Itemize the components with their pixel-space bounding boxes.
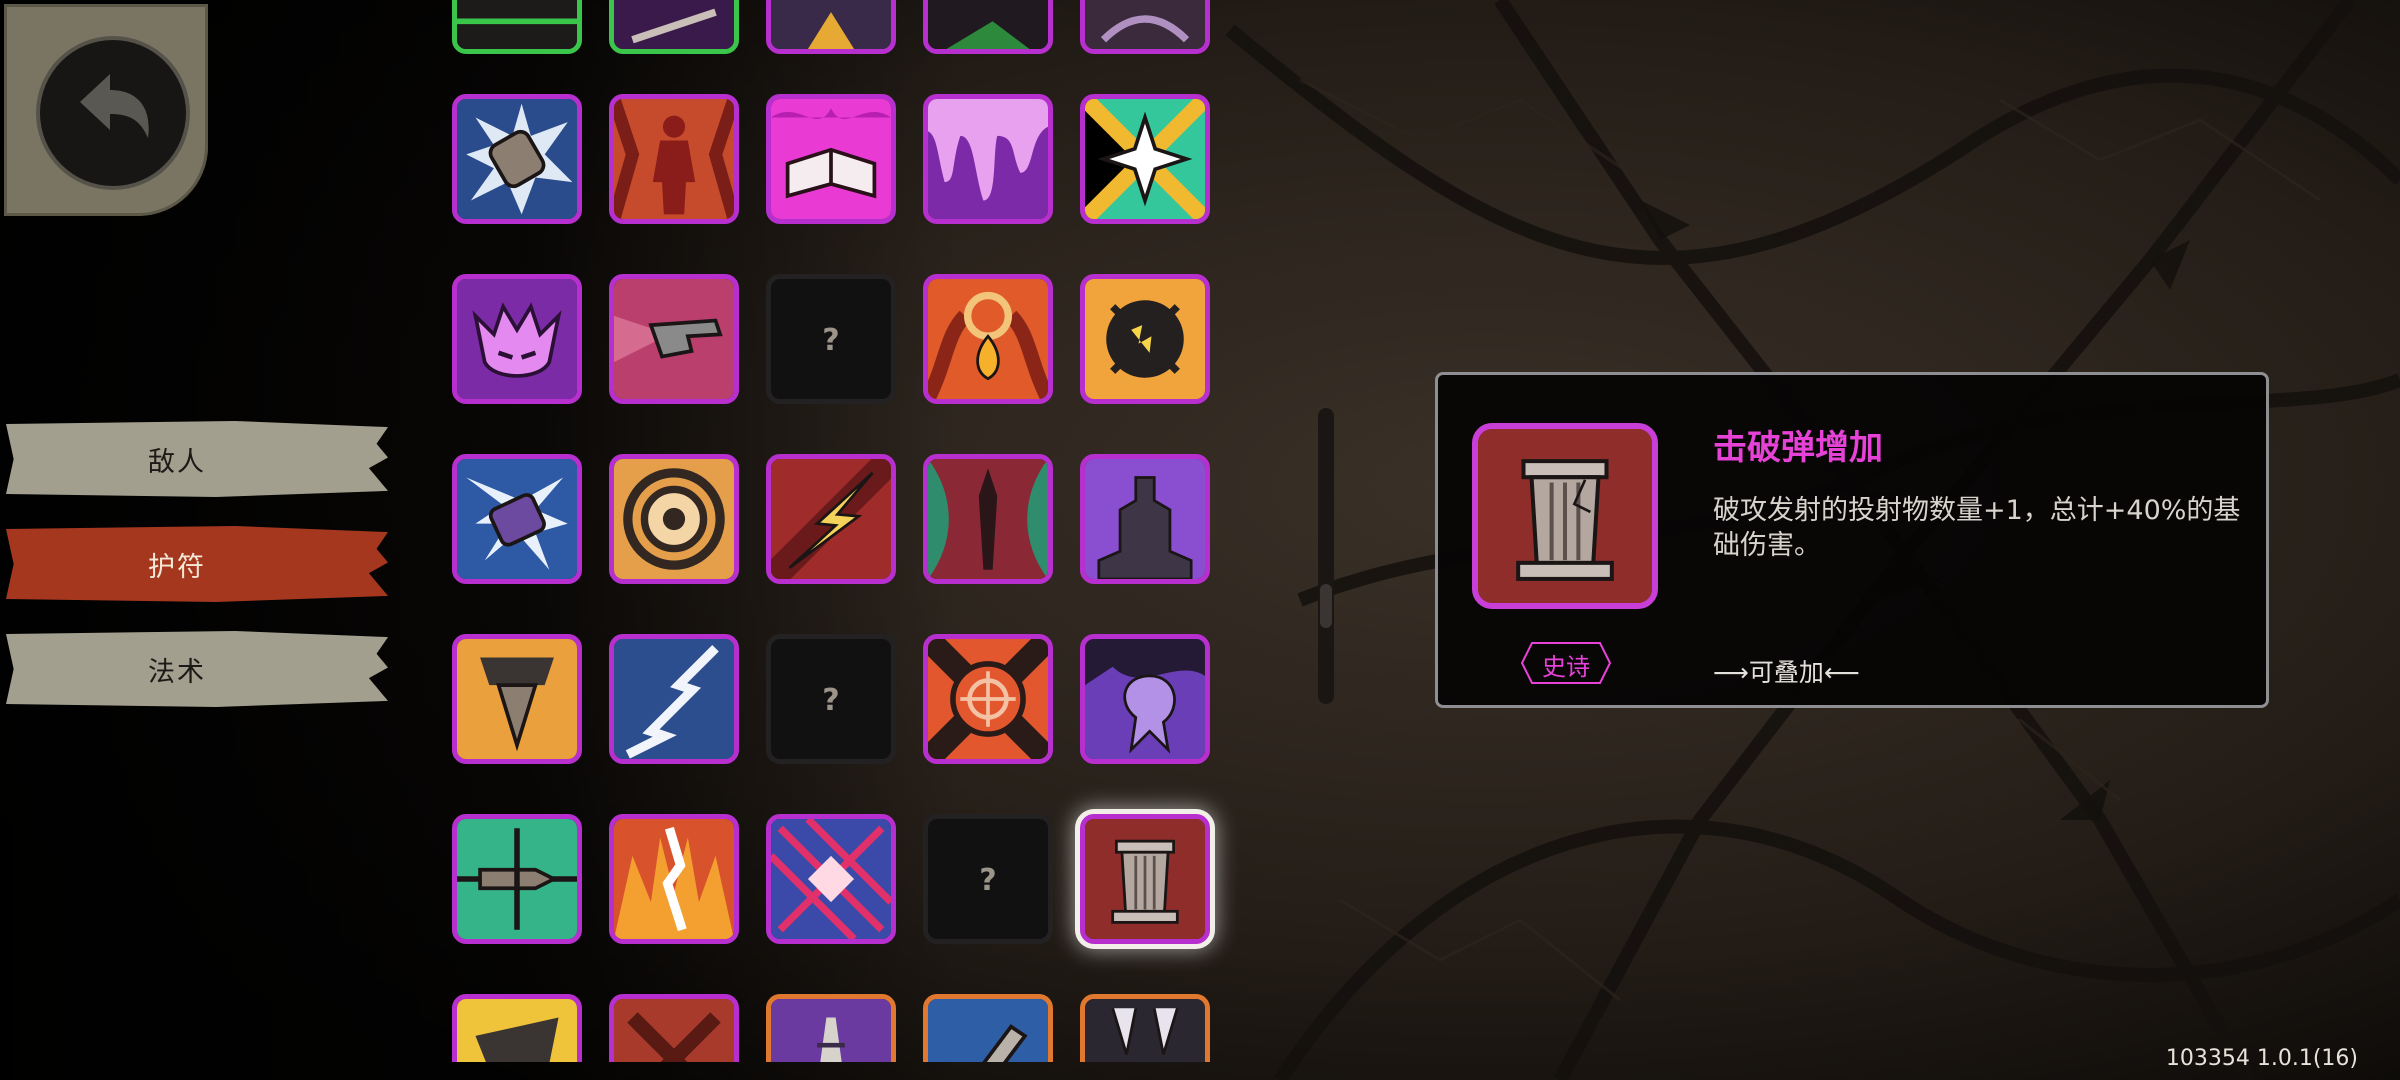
- ghost-splash-icon: [1085, 639, 1205, 759]
- dark-tower-icon: [1085, 459, 1205, 579]
- charm-slot[interactable]: [1080, 634, 1210, 764]
- target-eye-icon: [614, 459, 734, 579]
- charm-slot[interactable]: [452, 454, 582, 584]
- partial-flame-icon: [771, 0, 891, 49]
- charm-slot[interactable]: [766, 814, 896, 944]
- grid-scroll-thumb[interactable]: [1320, 584, 1332, 628]
- charm-slot[interactable]: [923, 94, 1053, 224]
- charm-slot[interactable]: [609, 0, 739, 54]
- partial-rune-icon: [457, 0, 577, 49]
- charm-slot[interactable]: [923, 274, 1053, 404]
- charm-slot[interactable]: [452, 814, 582, 944]
- glowing-book-icon: [771, 99, 891, 219]
- charm-slot[interactable]: ?: [766, 634, 896, 764]
- fire-crack-icon: [614, 819, 734, 939]
- charm-slot[interactable]: [452, 0, 582, 54]
- unknown-charm-mark: ?: [979, 863, 997, 898]
- dripping-void-icon: [928, 99, 1048, 219]
- partial-gold-icon: [457, 999, 577, 1062]
- stackable-label: ⟶可叠加⟵: [1713, 658, 1860, 687]
- partial-blade-icon: [614, 0, 734, 49]
- chain-lightning-icon: [614, 639, 734, 759]
- charm-slot[interactable]: [609, 814, 739, 944]
- broken-pillar-icon: [1085, 819, 1205, 939]
- version-label: 103354 1.0.1(16): [2165, 1046, 2358, 1071]
- thorn-spear-icon: [928, 459, 1048, 579]
- grid-scrollbar[interactable]: [1318, 408, 1334, 704]
- charm-slot[interactable]: [1080, 94, 1210, 224]
- partial-rail-icon: [771, 999, 891, 1062]
- charm-slot[interactable]: [923, 0, 1053, 54]
- rarity-badge: 史诗: [1520, 641, 1612, 685]
- partial-bottle-icon: [928, 999, 1048, 1062]
- charm-slot[interactable]: [766, 94, 896, 224]
- charm-slot[interactable]: [766, 454, 896, 584]
- charm-detail-panel: 击破弹增加 破攻发射的投射物数量+1，总计+40%的基础伤害。 史诗 ⟶可叠加⟵: [1435, 372, 2269, 708]
- shattered-stone-icon: [457, 99, 577, 219]
- partial-claw-icon: [1085, 0, 1205, 49]
- charm-slot[interactable]: [452, 94, 582, 224]
- crystal-charm-icon: [457, 459, 577, 579]
- charm-slot[interactable]: [452, 994, 582, 1062]
- charm-slot[interactable]: [766, 994, 896, 1062]
- charm-slot[interactable]: [609, 994, 739, 1062]
- partial-fangs-icon: [1085, 999, 1205, 1062]
- star-burst-icon: [1085, 99, 1205, 219]
- charm-slot[interactable]: [923, 634, 1053, 764]
- charm-description: 破攻发射的投射物数量+1，总计+40%的基础伤害。: [1713, 495, 2241, 561]
- charm-slot[interactable]: [452, 274, 582, 404]
- charm-title: 击破弹增加: [1713, 428, 1883, 468]
- charm-slot[interactable]: [609, 634, 739, 764]
- charm-slot[interactable]: ?: [923, 814, 1053, 944]
- pointing-hand-icon: [614, 279, 734, 399]
- blood-figure-icon: [614, 99, 734, 219]
- crossed-blades-icon: [771, 819, 891, 939]
- charm-slot[interactable]: [1080, 0, 1210, 54]
- charm-slot[interactable]: [452, 634, 582, 764]
- piercing-bullet-icon: [457, 819, 577, 939]
- partial-cross-icon: [614, 999, 734, 1062]
- demon-crown-icon: [457, 279, 577, 399]
- charm-slot[interactable]: ?: [766, 274, 896, 404]
- unknown-charm-mark: ?: [822, 323, 840, 358]
- charm-slot[interactable]: [766, 0, 896, 54]
- drill-icon: [457, 639, 577, 759]
- partial-leaf-icon: [928, 0, 1048, 49]
- charm-slot[interactable]: [609, 274, 739, 404]
- charm-slot[interactable]: [609, 94, 739, 224]
- rarity-label: 史诗: [1542, 653, 1590, 681]
- charm-slot[interactable]: [923, 994, 1053, 1062]
- charm-slot[interactable]: [1080, 454, 1210, 584]
- lightning-bolt-icon: [771, 459, 891, 579]
- fire-drop-icon: [928, 279, 1048, 399]
- crosshair-icon: [928, 639, 1048, 759]
- cracked-orb-icon: [1085, 279, 1205, 399]
- detail-broken-pillar-icon: [1472, 423, 1658, 609]
- charm-slot[interactable]: [1080, 994, 1210, 1062]
- charm-slot[interactable]: [1080, 814, 1210, 944]
- unknown-charm-mark: ?: [822, 683, 840, 718]
- charm-slot[interactable]: [1080, 274, 1210, 404]
- charm-slot[interactable]: [923, 454, 1053, 584]
- charm-slot[interactable]: [609, 454, 739, 584]
